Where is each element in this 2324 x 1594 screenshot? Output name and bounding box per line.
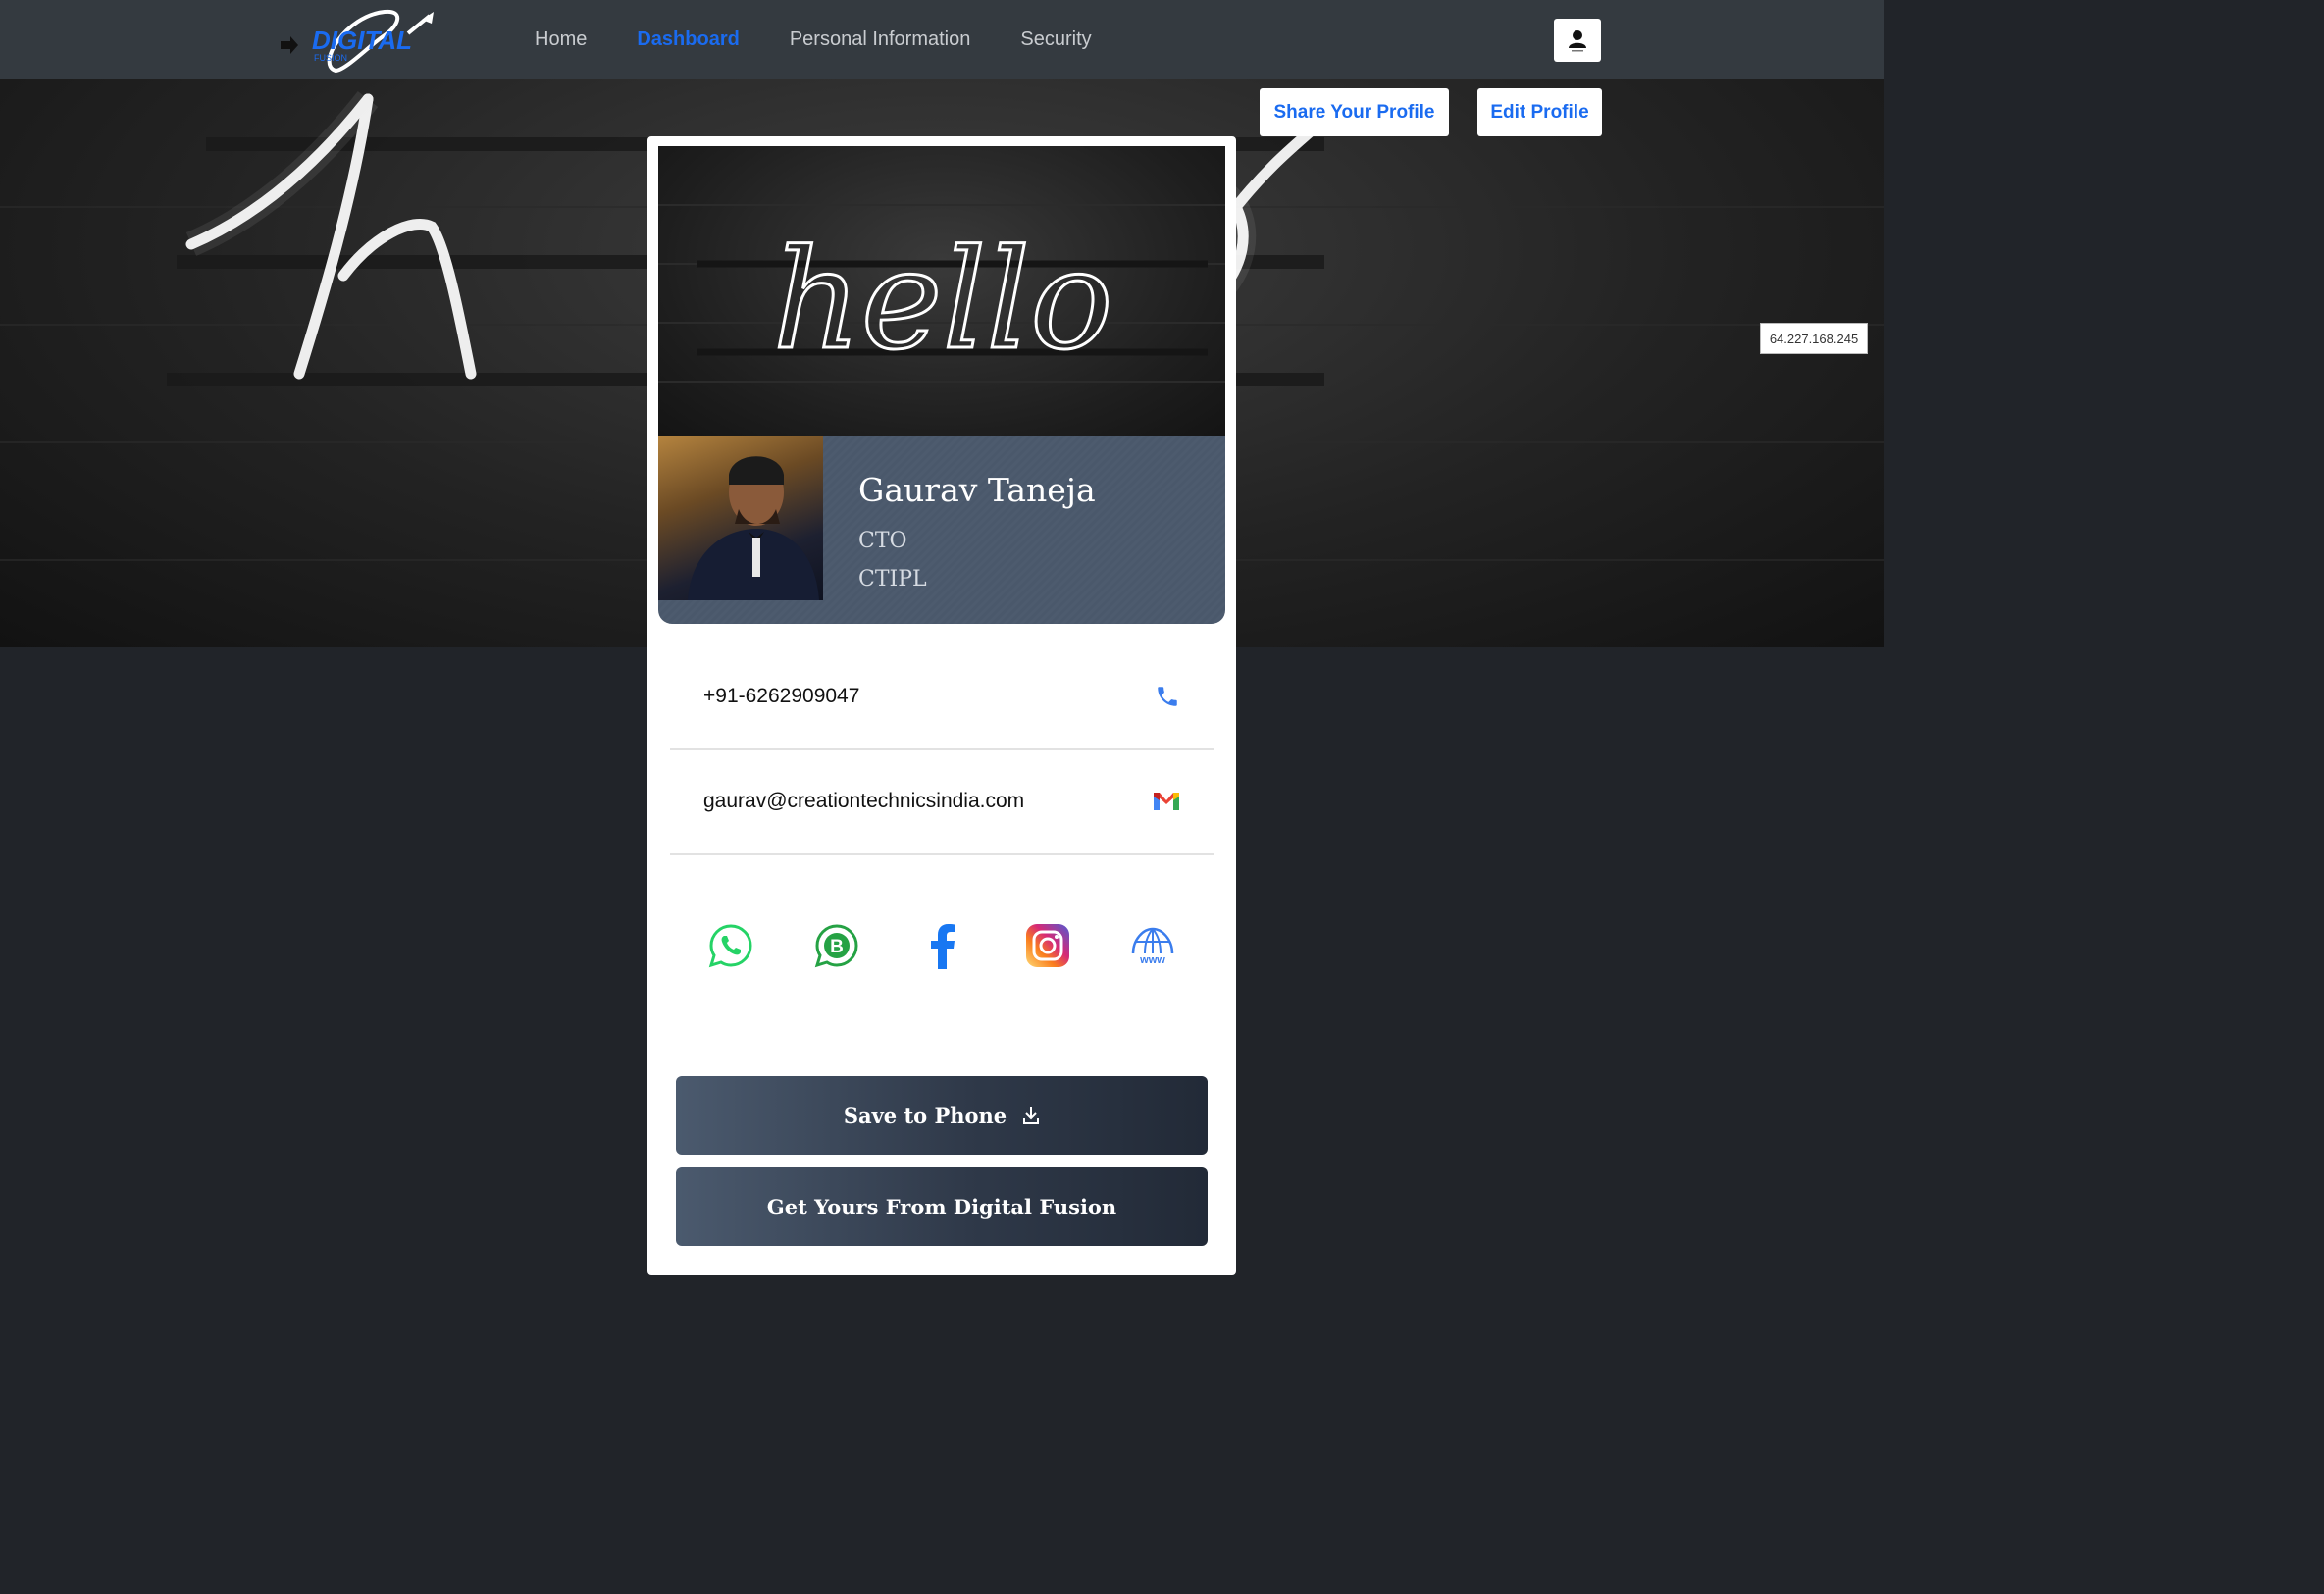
share-profile-button[interactable]: Share Your Profile (1260, 88, 1449, 136)
person-silhouette-icon (688, 456, 819, 600)
whatsapp-icon[interactable] (706, 921, 755, 970)
phone-icon[interactable] (1155, 684, 1180, 709)
website-icon[interactable]: www (1128, 921, 1177, 970)
gmail-icon[interactable] (1153, 791, 1180, 812)
profile-photo (658, 436, 823, 600)
phone-number[interactable]: +91-6262909047 (703, 685, 859, 708)
profile-header: Gaurav Taneja CTO CTIPL (658, 436, 1225, 624)
profile-company: CTIPL (858, 567, 927, 591)
svg-text:hello: hello (773, 221, 1113, 381)
save-to-phone-label: Save to Phone (843, 1103, 1007, 1128)
edit-profile-button[interactable]: Edit Profile (1477, 88, 1602, 136)
nav-home[interactable]: Home (535, 28, 587, 51)
phone-row[interactable]: +91-6262909047 (670, 644, 1214, 750)
facebook-glyph-icon (931, 924, 955, 969)
instagram-glyph-icon (1025, 924, 1069, 967)
email-address[interactable]: gaurav@creationtechnicsindia.com (703, 790, 1024, 813)
profile-name: Gaurav Taneja (858, 471, 1096, 509)
globe-www-icon: www (1131, 927, 1174, 965)
get-yours-label: Get Yours From Digital Fusion (766, 1194, 1117, 1219)
svg-text:www: www (1139, 954, 1165, 965)
ip-address-badge: 64.227.168.245 (1760, 323, 1868, 354)
whatsapp-business-icon[interactable]: B (812, 921, 861, 970)
profile-card: hello Gaurav Taneja CTO CTIPL +91-626290… (647, 136, 1236, 1275)
logo-icon: DIGITAL FUSION (281, 9, 434, 74)
social-links: B www (706, 921, 1177, 970)
nav-personal-information[interactable]: Personal Information (790, 28, 971, 51)
nav-dashboard[interactable]: Dashboard (637, 28, 739, 51)
brand-logo[interactable]: DIGITAL FUSION (277, 6, 453, 77)
nav-security[interactable]: Security (1020, 28, 1091, 51)
svg-text:B: B (830, 937, 844, 957)
top-navbar: DIGITAL FUSION Home Dashboard Personal I… (0, 0, 1884, 79)
main-nav: Home Dashboard Personal Information Secu… (535, 0, 1092, 79)
user-menu-button[interactable] (1554, 19, 1601, 62)
email-row[interactable]: gaurav@creationtechnicsindia.com (670, 749, 1214, 855)
profile-job-title: CTO (858, 529, 907, 553)
svg-text:FUSION: FUSION (314, 53, 347, 63)
instagram-icon[interactable] (1023, 921, 1072, 970)
download-icon (1023, 1107, 1040, 1124)
card-cover-image: hello (658, 146, 1225, 436)
get-yours-button[interactable]: Get Yours From Digital Fusion (676, 1167, 1208, 1246)
save-to-phone-button[interactable]: Save to Phone (676, 1076, 1208, 1155)
facebook-icon[interactable] (917, 921, 966, 970)
cover-neon-icon: hello (658, 204, 1225, 383)
svg-text:DIGITAL: DIGITAL (312, 26, 412, 55)
whatsapp-glyph-icon (708, 924, 752, 968)
user-icon (1569, 30, 1586, 52)
whatsapp-business-glyph-icon: B (814, 924, 858, 968)
